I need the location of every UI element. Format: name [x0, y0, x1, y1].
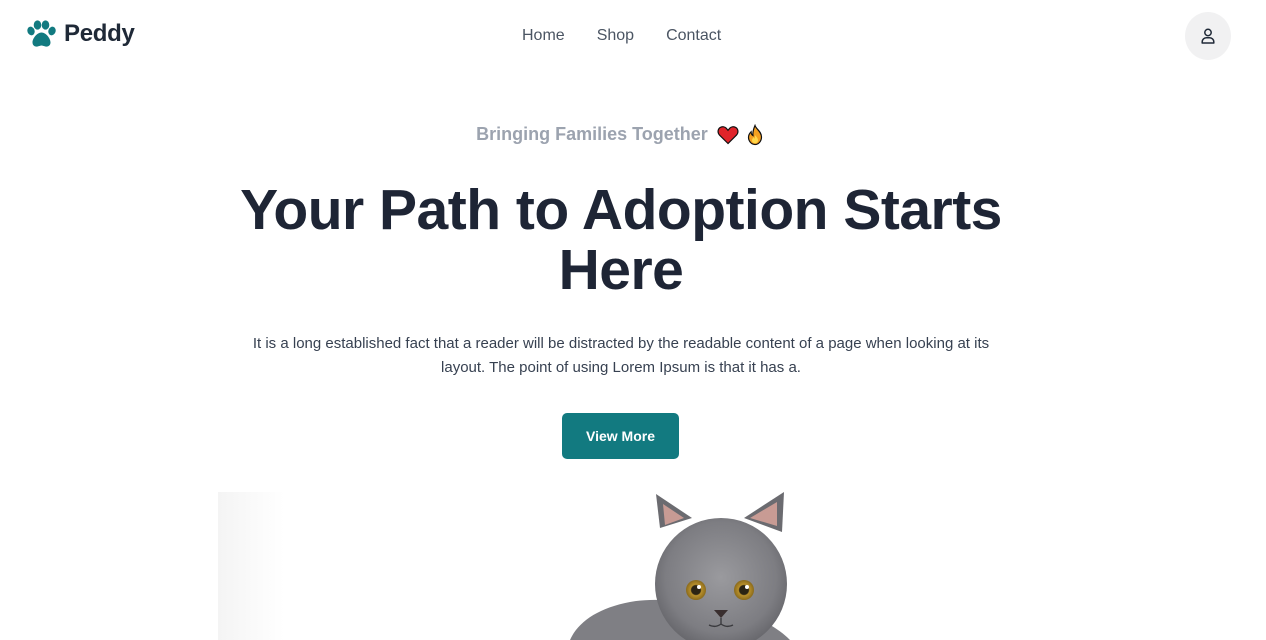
- hero-eyebrow: Bringing Families Together: [0, 122, 1242, 146]
- paw-icon: [26, 20, 56, 48]
- eyebrow-text: Bringing Families Together: [476, 124, 708, 144]
- user-icon: [1201, 28, 1215, 44]
- page: Peddy Home Shop Contact Bringing Familie…: [0, 0, 1266, 640]
- nav-home-link[interactable]: Home: [522, 26, 565, 46]
- hero-title: Your Path to Adoption Starts Here: [240, 178, 1002, 302]
- nav-shop-link[interactable]: Shop: [597, 26, 634, 46]
- nav-contact-link[interactable]: Contact: [666, 26, 721, 46]
- cat-photo: [218, 492, 1048, 640]
- main-nav: Home Shop Contact: [522, 26, 721, 46]
- user-account-button[interactable]: [1185, 12, 1231, 60]
- heart-icon: [717, 124, 739, 146]
- site-header: Peddy Home Shop Contact: [0, 0, 1266, 72]
- fire-icon: [744, 124, 766, 146]
- brand-name: Peddy: [64, 20, 135, 47]
- hero-description: It is a long established fact that a rea…: [252, 335, 990, 376]
- brand-logo[interactable]: Peddy: [26, 20, 135, 48]
- view-more-button[interactable]: View More: [562, 413, 679, 459]
